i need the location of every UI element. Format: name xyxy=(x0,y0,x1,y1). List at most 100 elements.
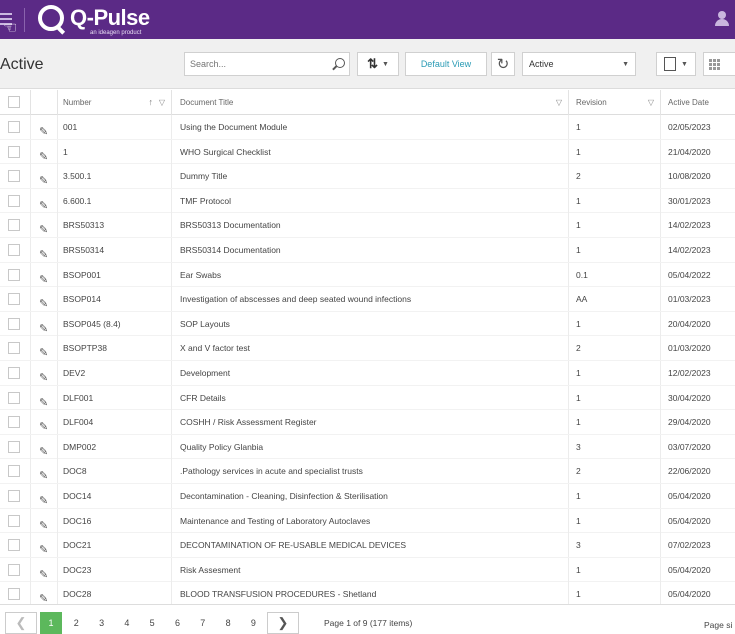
page-number-button[interactable]: 5 xyxy=(141,612,163,634)
table-row[interactable]: ✎ 3.500.1 Dummy Title 2 10/08/2020 xyxy=(0,164,735,189)
document-title[interactable]: COSHH / Risk Assessment Register xyxy=(172,410,569,435)
table-row[interactable]: ✎ 1 WHO Surgical Checklist 1 21/04/2020 xyxy=(0,139,735,165)
page-number-button[interactable]: 4 xyxy=(116,612,138,634)
document-title[interactable]: Investigation of abscesses and deep seat… xyxy=(172,287,569,312)
row-checkbox[interactable] xyxy=(8,489,20,502)
row-checkbox[interactable] xyxy=(8,293,20,306)
pencil-edit-icon[interactable]: ✎ xyxy=(39,268,48,287)
column-header-title[interactable]: Document Title ▽ xyxy=(172,90,569,115)
table-row[interactable]: ✎ DLF001 CFR Details 1 30/04/2020 xyxy=(0,385,735,411)
row-checkbox[interactable] xyxy=(8,539,20,552)
row-checkbox[interactable] xyxy=(8,366,20,379)
default-view-button[interactable]: Default View xyxy=(405,52,487,76)
row-checkbox[interactable] xyxy=(8,588,20,601)
document-title[interactable]: Using the Document Module xyxy=(172,115,569,139)
sort-ascending-icon[interactable]: ↑ xyxy=(149,90,154,115)
pencil-edit-icon[interactable]: ✎ xyxy=(39,538,48,557)
document-title[interactable]: X and V factor test xyxy=(172,336,569,361)
row-checkbox[interactable] xyxy=(8,317,20,330)
row-checkbox[interactable] xyxy=(8,170,20,183)
document-title[interactable]: Dummy Title xyxy=(172,164,569,189)
document-title[interactable]: Development xyxy=(172,360,569,385)
page-number-button[interactable]: 2 xyxy=(65,612,87,634)
row-checkbox[interactable] xyxy=(8,268,20,281)
row-checkbox[interactable] xyxy=(8,194,20,207)
table-row[interactable]: ✎ BSOP001 Ear Swabs 0.1 05/04/2022 xyxy=(0,262,735,288)
next-page-button[interactable]: ❯ xyxy=(267,612,299,634)
column-header-revision[interactable]: Revision ▽ xyxy=(569,90,661,115)
document-title[interactable]: .Pathology services in acute and special… xyxy=(172,459,569,484)
filter-icon[interactable]: ▽ xyxy=(159,90,165,115)
table-row[interactable]: ✎ DOC16 Maintenance and Testing of Laborat… xyxy=(0,508,735,534)
previous-page-button[interactable]: ❮ xyxy=(5,612,37,634)
document-title[interactable]: WHO Surgical Checklist xyxy=(172,139,569,164)
table-row[interactable]: ✎ DOC23 Risk Assesment 1 05/04/2020 xyxy=(0,557,735,583)
row-checkbox[interactable] xyxy=(8,514,20,527)
document-title[interactable]: BRS50314 Documentation xyxy=(172,237,569,262)
pencil-edit-icon[interactable]: ✎ xyxy=(39,292,48,311)
document-title[interactable]: Quality Policy Glanbia xyxy=(172,434,569,459)
refresh-button[interactable]: ↻ xyxy=(491,52,515,76)
table-row[interactable]: ✎ DOC8 .Pathology services in acute and sp… xyxy=(0,459,735,484)
pencil-edit-icon[interactable]: ✎ xyxy=(39,317,48,336)
pencil-edit-icon[interactable]: ✎ xyxy=(39,440,48,459)
table-row[interactable]: ✎ DLF004 COSHH / Risk Assessment Register 1… xyxy=(0,410,735,435)
column-header-active-date[interactable]: Active Date xyxy=(661,90,735,115)
page-number-button[interactable]: 3 xyxy=(91,612,113,634)
table-row[interactable]: ✎ DOC28 BLOOD TRANSFUSION PROCEDURES - She… xyxy=(0,582,735,604)
column-header-number[interactable]: Number ↑ ▽ xyxy=(58,90,172,115)
table-row[interactable]: ✎ BSOPTP38 X and V factor test 2 01/03/2020 xyxy=(0,336,735,361)
page-number-button[interactable]: 6 xyxy=(167,612,189,634)
pencil-edit-icon[interactable]: ✎ xyxy=(39,391,48,410)
row-checkbox[interactable] xyxy=(8,416,20,429)
table-row[interactable]: ✎ 001 Using the Document Module 1 02/05/2023 xyxy=(0,115,735,140)
table-row[interactable]: ✎ BRS50313 BRS50313 Documentation 1 14/02/20… xyxy=(0,213,735,238)
document-title[interactable]: BRS50313 Documentation xyxy=(172,213,569,238)
row-checkbox[interactable] xyxy=(8,243,20,256)
sort-options-button[interactable]: ⇅ ▼ xyxy=(357,52,399,76)
pencil-edit-icon[interactable]: ✎ xyxy=(39,587,48,604)
page-number-button[interactable]: 9 xyxy=(242,612,264,634)
document-title[interactable]: Maintenance and Testing of Laboratory Au… xyxy=(172,508,569,533)
row-checkbox[interactable] xyxy=(8,121,20,133)
select-all-checkbox[interactable] xyxy=(8,96,20,108)
grid-view-button[interactable] xyxy=(703,52,735,76)
table-row[interactable]: ✎ DEV2 Development 1 12/02/2023 xyxy=(0,360,735,386)
table-row[interactable]: ✎ BSOP014 Investigation of abscesses and d… xyxy=(0,287,735,312)
table-row[interactable]: ✎ BSOP045 (8.4) SOP Layouts 1 20/04/2020 xyxy=(0,311,735,337)
pencil-edit-icon[interactable]: ✎ xyxy=(39,464,48,483)
row-checkbox[interactable] xyxy=(8,342,20,355)
document-title[interactable]: SOP Layouts xyxy=(172,311,569,336)
document-title[interactable]: Risk Assesment xyxy=(172,557,569,582)
pencil-edit-icon[interactable]: ✎ xyxy=(39,341,48,360)
pencil-edit-icon[interactable]: ✎ xyxy=(39,120,48,139)
table-row[interactable]: ✎ BRS50314 BRS50314 Documentation 1 14/02/20… xyxy=(0,237,735,263)
table-row[interactable]: ✎ DMP002 Quality Policy Glanbia 3 03/07/2020 xyxy=(0,434,735,460)
pencil-edit-icon[interactable]: ✎ xyxy=(39,514,48,533)
pencil-edit-icon[interactable]: ✎ xyxy=(39,169,48,188)
page-number-button[interactable]: 1 xyxy=(40,612,62,634)
row-checkbox[interactable] xyxy=(8,391,20,404)
pencil-edit-icon[interactable]: ✎ xyxy=(39,366,48,385)
row-checkbox[interactable] xyxy=(8,219,20,232)
search-icon[interactable] xyxy=(335,58,345,68)
status-filter-select[interactable]: Active ▼ xyxy=(522,52,636,76)
filter-icon[interactable]: ▽ xyxy=(648,90,654,115)
pencil-edit-icon[interactable]: ✎ xyxy=(39,415,48,434)
pencil-edit-icon[interactable]: ✎ xyxy=(39,563,48,582)
page-number-button[interactable]: 7 xyxy=(192,612,214,634)
document-actions-button[interactable]: ▼ xyxy=(656,52,696,76)
row-checkbox[interactable] xyxy=(8,465,20,478)
row-checkbox[interactable] xyxy=(8,440,20,453)
user-account-icon[interactable] xyxy=(715,11,729,27)
row-checkbox[interactable] xyxy=(8,563,20,576)
pencil-edit-icon[interactable]: ✎ xyxy=(39,243,48,262)
pencil-edit-icon[interactable]: ✎ xyxy=(39,218,48,237)
table-row[interactable]: ✎ DOC14 Decontamination - Cleaning, Disinf… xyxy=(0,483,735,509)
pencil-edit-icon[interactable]: ✎ xyxy=(39,145,48,164)
pencil-edit-icon[interactable]: ✎ xyxy=(39,194,48,213)
document-title[interactable]: DECONTAMINATION OF RE-USABLE MEDICAL DEV… xyxy=(172,533,569,558)
document-title[interactable]: Decontamination - Cleaning, Disinfection… xyxy=(172,483,569,508)
document-title[interactable]: CFR Details xyxy=(172,385,569,410)
document-title[interactable]: TMF Protocol xyxy=(172,188,569,213)
